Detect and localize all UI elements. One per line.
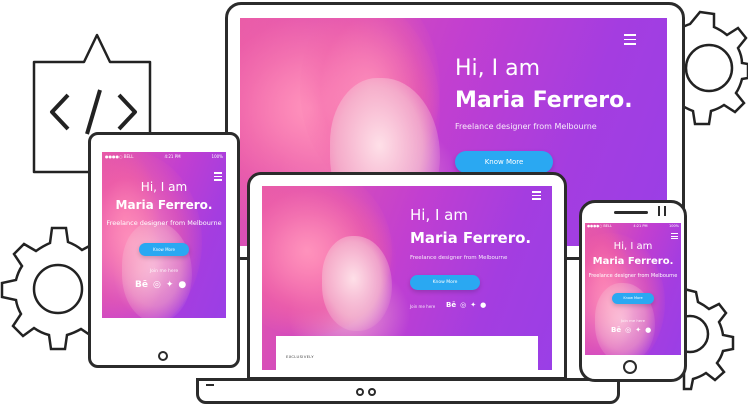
know-more-button[interactable]: Know More	[612, 293, 654, 304]
twitter-icon[interactable]: ✦	[166, 280, 174, 290]
know-more-button[interactable]: Know More	[455, 151, 553, 173]
join-me-label: Join me here	[410, 304, 436, 309]
tablet-screen: ●●●●○ BELL 4:21 PM 100% Hi, I am Maria F…	[102, 152, 226, 318]
phone-speaker	[614, 211, 648, 214]
hero-name: Maria Ferrero.	[115, 198, 213, 212]
hero-greeting: Hi, I am	[410, 206, 468, 224]
hero-greeting: Hi, I am	[140, 180, 188, 194]
content-card: EXCLUSIVELY	[276, 336, 538, 370]
carrier-text: ●●●●○ BELL	[105, 154, 134, 159]
tablet-home-button[interactable]	[158, 351, 168, 361]
social-links: Bē ◎ ✦ ●	[611, 326, 651, 334]
laptop-indicator-light	[368, 388, 376, 396]
twitter-icon[interactable]: ✦	[635, 326, 641, 334]
phone-camera	[658, 206, 660, 216]
github-icon[interactable]: ●	[645, 326, 651, 334]
laptop-trackpad-edge	[206, 384, 214, 386]
hero-tagline: Freelance designer from Melbourne	[588, 273, 678, 279]
social-links: Bē ◎ ✦ ●	[446, 301, 486, 309]
hero-name: Maria Ferrero.	[410, 229, 532, 247]
join-me-label: Join me here	[149, 269, 179, 274]
dribbble-icon[interactable]: ◎	[460, 301, 466, 309]
section-label: EXCLUSIVELY	[286, 354, 314, 359]
phone-camera	[664, 206, 666, 216]
gear-icon	[675, 10, 748, 126]
laptop-screen: Hi, I am Maria Ferrero. Freelance design…	[262, 186, 552, 370]
social-links: Bē ◎ ✦ ●	[135, 280, 186, 290]
know-more-button[interactable]: Know More	[139, 243, 189, 256]
status-bar: ●●●●○ BELL 4:21 PM 100%	[105, 154, 223, 159]
behance-icon[interactable]: Bē	[611, 326, 621, 334]
battery-text: 100%	[668, 224, 679, 228]
github-icon[interactable]: ●	[178, 280, 186, 290]
hero-tagline: Freelance designer from Melbourne	[106, 219, 222, 227]
hero-greeting: Hi, I am	[455, 56, 541, 81]
hamburger-menu-icon[interactable]	[624, 34, 636, 48]
know-more-button[interactable]: Know More	[410, 275, 480, 290]
phone-screen: ●●●●○ BELL 4:21 PM 100% Hi, I am Maria F…	[585, 223, 681, 355]
hero-greeting: Hi, I am	[613, 241, 653, 252]
hero-name: Maria Ferrero.	[455, 88, 633, 113]
behance-icon[interactable]: Bē	[135, 280, 148, 290]
hero-tagline: Freelance designer from Melbourne	[410, 255, 508, 261]
hero-tagline: Freelance designer from Melbourne	[455, 122, 597, 131]
laptop-base	[196, 378, 620, 404]
battery-text: 100%	[211, 154, 223, 159]
github-icon[interactable]: ●	[480, 301, 486, 309]
clock-text: 4:21 PM	[633, 224, 648, 228]
join-me-label: Join me here	[621, 318, 645, 323]
dribbble-icon[interactable]: ◎	[625, 326, 631, 334]
hero-name: Maria Ferrero.	[592, 256, 674, 267]
phone-home-button[interactable]	[623, 360, 637, 374]
status-bar: ●●●●○ BELL 4:21 PM 100%	[587, 224, 679, 228]
hamburger-menu-icon[interactable]	[532, 191, 541, 203]
clock-text: 4:21 PM	[164, 154, 181, 159]
twitter-icon[interactable]: ✦	[470, 301, 476, 309]
behance-icon[interactable]: Bē	[446, 301, 456, 309]
dribbble-icon[interactable]: ◎	[153, 280, 161, 290]
laptop-indicator-light	[356, 388, 364, 396]
carrier-text: ●●●●○ BELL	[587, 224, 612, 228]
